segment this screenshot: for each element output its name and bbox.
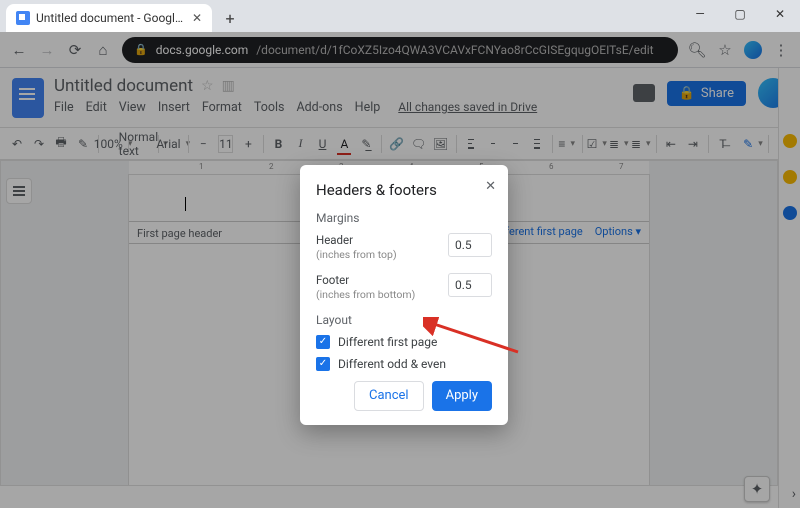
- footer-margin-input[interactable]: [448, 273, 492, 297]
- header-margin-sublabel: (inches from top): [316, 248, 397, 261]
- window-maximize-button[interactable]: ▢: [720, 0, 760, 28]
- browser-titlebar: Untitled document - Google Doc ✕ + — ▢ ✕: [0, 0, 800, 32]
- margins-section-label: Margins: [316, 211, 492, 225]
- footer-margin-label: Footer: [316, 273, 415, 288]
- tab-close-icon[interactable]: ✕: [192, 11, 202, 25]
- browser-tab[interactable]: Untitled document - Google Doc ✕: [6, 4, 212, 32]
- header-margin-input[interactable]: [448, 233, 492, 257]
- different-first-page-label: Different first page: [338, 335, 437, 349]
- different-odd-even-checkbox[interactable]: ✓: [316, 357, 330, 371]
- header-margin-label: Header: [316, 233, 397, 248]
- dialog-close-icon[interactable]: ✕: [485, 179, 496, 194]
- apply-button[interactable]: Apply: [432, 381, 492, 411]
- window-close-button[interactable]: ✕: [760, 0, 800, 28]
- footer-margin-sublabel: (inches from bottom): [316, 288, 415, 301]
- cancel-button[interactable]: Cancel: [354, 381, 424, 411]
- headers-footers-dialog: Headers & footers ✕ Margins Header (inch…: [300, 165, 508, 425]
- layout-section-label: Layout: [316, 313, 492, 327]
- different-first-page-checkbox[interactable]: ✓: [316, 335, 330, 349]
- window-minimize-button[interactable]: —: [680, 0, 720, 28]
- dialog-title: Headers & footers: [316, 181, 492, 199]
- tab-title: Untitled document - Google Doc: [36, 11, 186, 25]
- different-odd-even-label: Different odd & even: [338, 357, 446, 371]
- window-controls: — ▢ ✕: [680, 0, 800, 28]
- docs-favicon-icon: [16, 11, 30, 25]
- new-tab-button[interactable]: +: [218, 6, 242, 30]
